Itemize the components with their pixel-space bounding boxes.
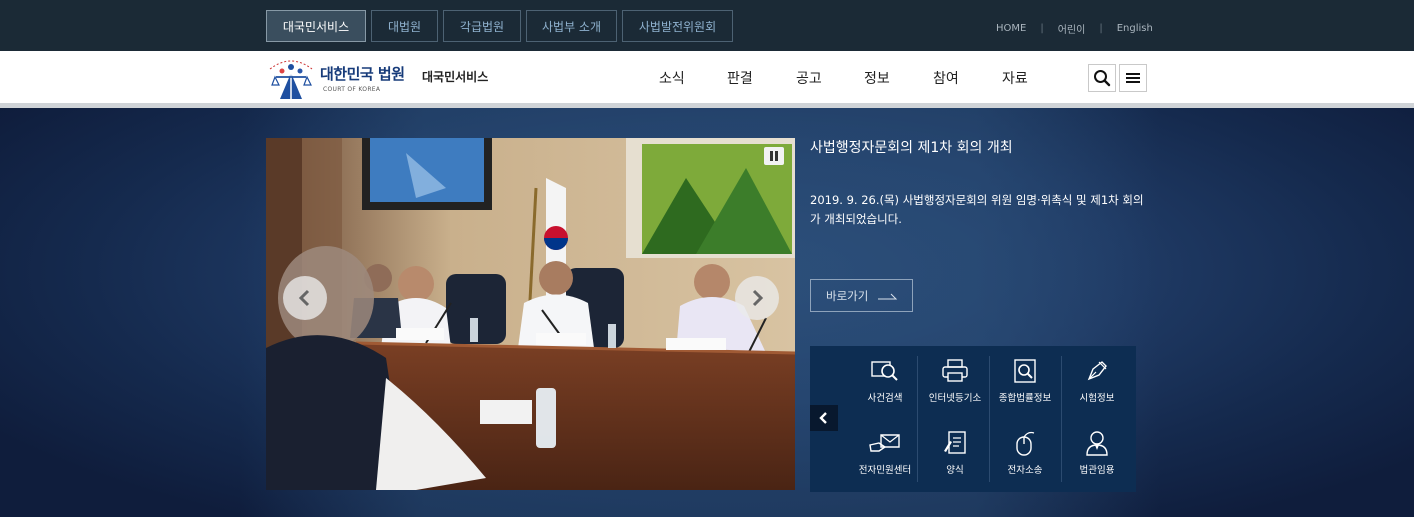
- slide-description: 2019. 9. 26.(목) 사법행정자문회의 위원 임명·위촉식 및 제1차…: [810, 193, 1144, 226]
- pause-icon: [770, 151, 778, 161]
- quick-exam-info[interactable]: 시험정보: [1062, 356, 1132, 404]
- search-icon: [1094, 70, 1111, 87]
- slide-next-button[interactable]: [735, 276, 779, 320]
- menu-notices[interactable]: 공고: [796, 68, 822, 88]
- quick-label: 양식: [946, 465, 964, 476]
- meeting-photo-illustration: [266, 138, 795, 490]
- quick-label: 전자민원센터: [858, 465, 912, 476]
- divider: |: [1099, 23, 1103, 34]
- english-link[interactable]: English: [1117, 23, 1153, 34]
- pen-nib-icon: [1087, 361, 1107, 381]
- document-pen-icon: [944, 431, 966, 454]
- mouse-icon: [1016, 431, 1035, 456]
- menu-news[interactable]: 소식: [659, 68, 685, 88]
- tab-public-service[interactable]: 대국민서비스: [266, 10, 366, 42]
- all-menu-button[interactable]: [1119, 64, 1147, 92]
- goto-button[interactable]: 바로가기: [810, 279, 913, 312]
- chevron-left-icon: [819, 412, 827, 424]
- judge-person-icon: [1086, 431, 1108, 456]
- goto-label: 바로가기: [826, 288, 869, 303]
- court-emblem-icon[interactable]: [266, 55, 316, 101]
- logo-subtitle: COURT OF KOREA: [323, 86, 381, 93]
- tab-supreme-court[interactable]: 대법원: [371, 10, 438, 42]
- hamburger-menu-icon: [1126, 73, 1140, 83]
- book-search-icon: [1014, 359, 1036, 383]
- site-section-name: 대국민서비스: [422, 70, 489, 84]
- main-navigation: 대한민국 법원 COURT OF KOREA 대국민서비스 소식 판결 공고 정…: [0, 51, 1414, 108]
- tab-all-courts[interactable]: 각급법원: [443, 10, 521, 42]
- slide-pause-button[interactable]: [764, 147, 784, 165]
- quick-e-litigation[interactable]: 전자소송: [990, 428, 1060, 476]
- quick-forms[interactable]: 양식: [920, 428, 990, 476]
- chevron-right-icon: [752, 289, 764, 307]
- tab-judicial-committee[interactable]: 사법발전위원회: [622, 10, 733, 42]
- quick-service-panel: 사건검색 인터넷등기소 종합법률정보 시험정보 전자민원센터 양식 전자소송 법…: [810, 346, 1136, 492]
- home-link[interactable]: HOME: [996, 23, 1026, 34]
- utility-links: HOME | 어린이 | English: [996, 21, 1153, 36]
- quick-legal-info[interactable]: 종합법률정보: [990, 356, 1060, 404]
- slide-title[interactable]: 사법행정자문회의 제1차 회의 개최: [810, 137, 1013, 157]
- quick-label: 종합법률정보: [998, 393, 1052, 404]
- top-utility-bar: 대국민서비스 대법원 각급법원 사법부 소개 사법발전위원회 HOME | 어린…: [0, 0, 1414, 51]
- quick-case-search[interactable]: 사건검색: [850, 356, 920, 404]
- magnifier-screen-icon: [871, 361, 898, 381]
- quick-judge-appointment[interactable]: 법관임용: [1062, 428, 1132, 476]
- quick-prev-button[interactable]: [810, 405, 838, 431]
- menu-information[interactable]: 정보: [864, 68, 890, 88]
- search-button[interactable]: [1088, 64, 1116, 92]
- logo-title[interactable]: 대한민국 법원: [320, 63, 405, 84]
- chevron-left-icon: [298, 289, 310, 307]
- quick-internet-registry[interactable]: 인터넷등기소: [920, 356, 990, 404]
- divider: |: [1040, 23, 1044, 34]
- menu-participation[interactable]: 참여: [933, 68, 959, 88]
- quick-e-petition[interactable]: 전자민원센터: [850, 428, 920, 476]
- arrow-right-icon: [878, 293, 898, 299]
- quick-label: 사건검색: [867, 393, 903, 404]
- quick-label: 시험정보: [1079, 393, 1115, 404]
- menu-resources[interactable]: 자료: [1002, 68, 1028, 88]
- slide-photo[interactable]: [266, 138, 795, 490]
- quick-label: 법관임용: [1079, 465, 1115, 476]
- tab-judiciary-intro[interactable]: 사법부 소개: [526, 10, 617, 42]
- slide-prev-button[interactable]: [283, 276, 327, 320]
- printer-icon: [942, 359, 968, 382]
- quick-label: 인터넷등기소: [928, 393, 982, 404]
- menu-judgments[interactable]: 판결: [727, 68, 753, 88]
- kids-link[interactable]: 어린이: [1058, 21, 1086, 36]
- quick-label: 전자소송: [1007, 465, 1043, 476]
- envelope-hand-icon: [869, 434, 900, 452]
